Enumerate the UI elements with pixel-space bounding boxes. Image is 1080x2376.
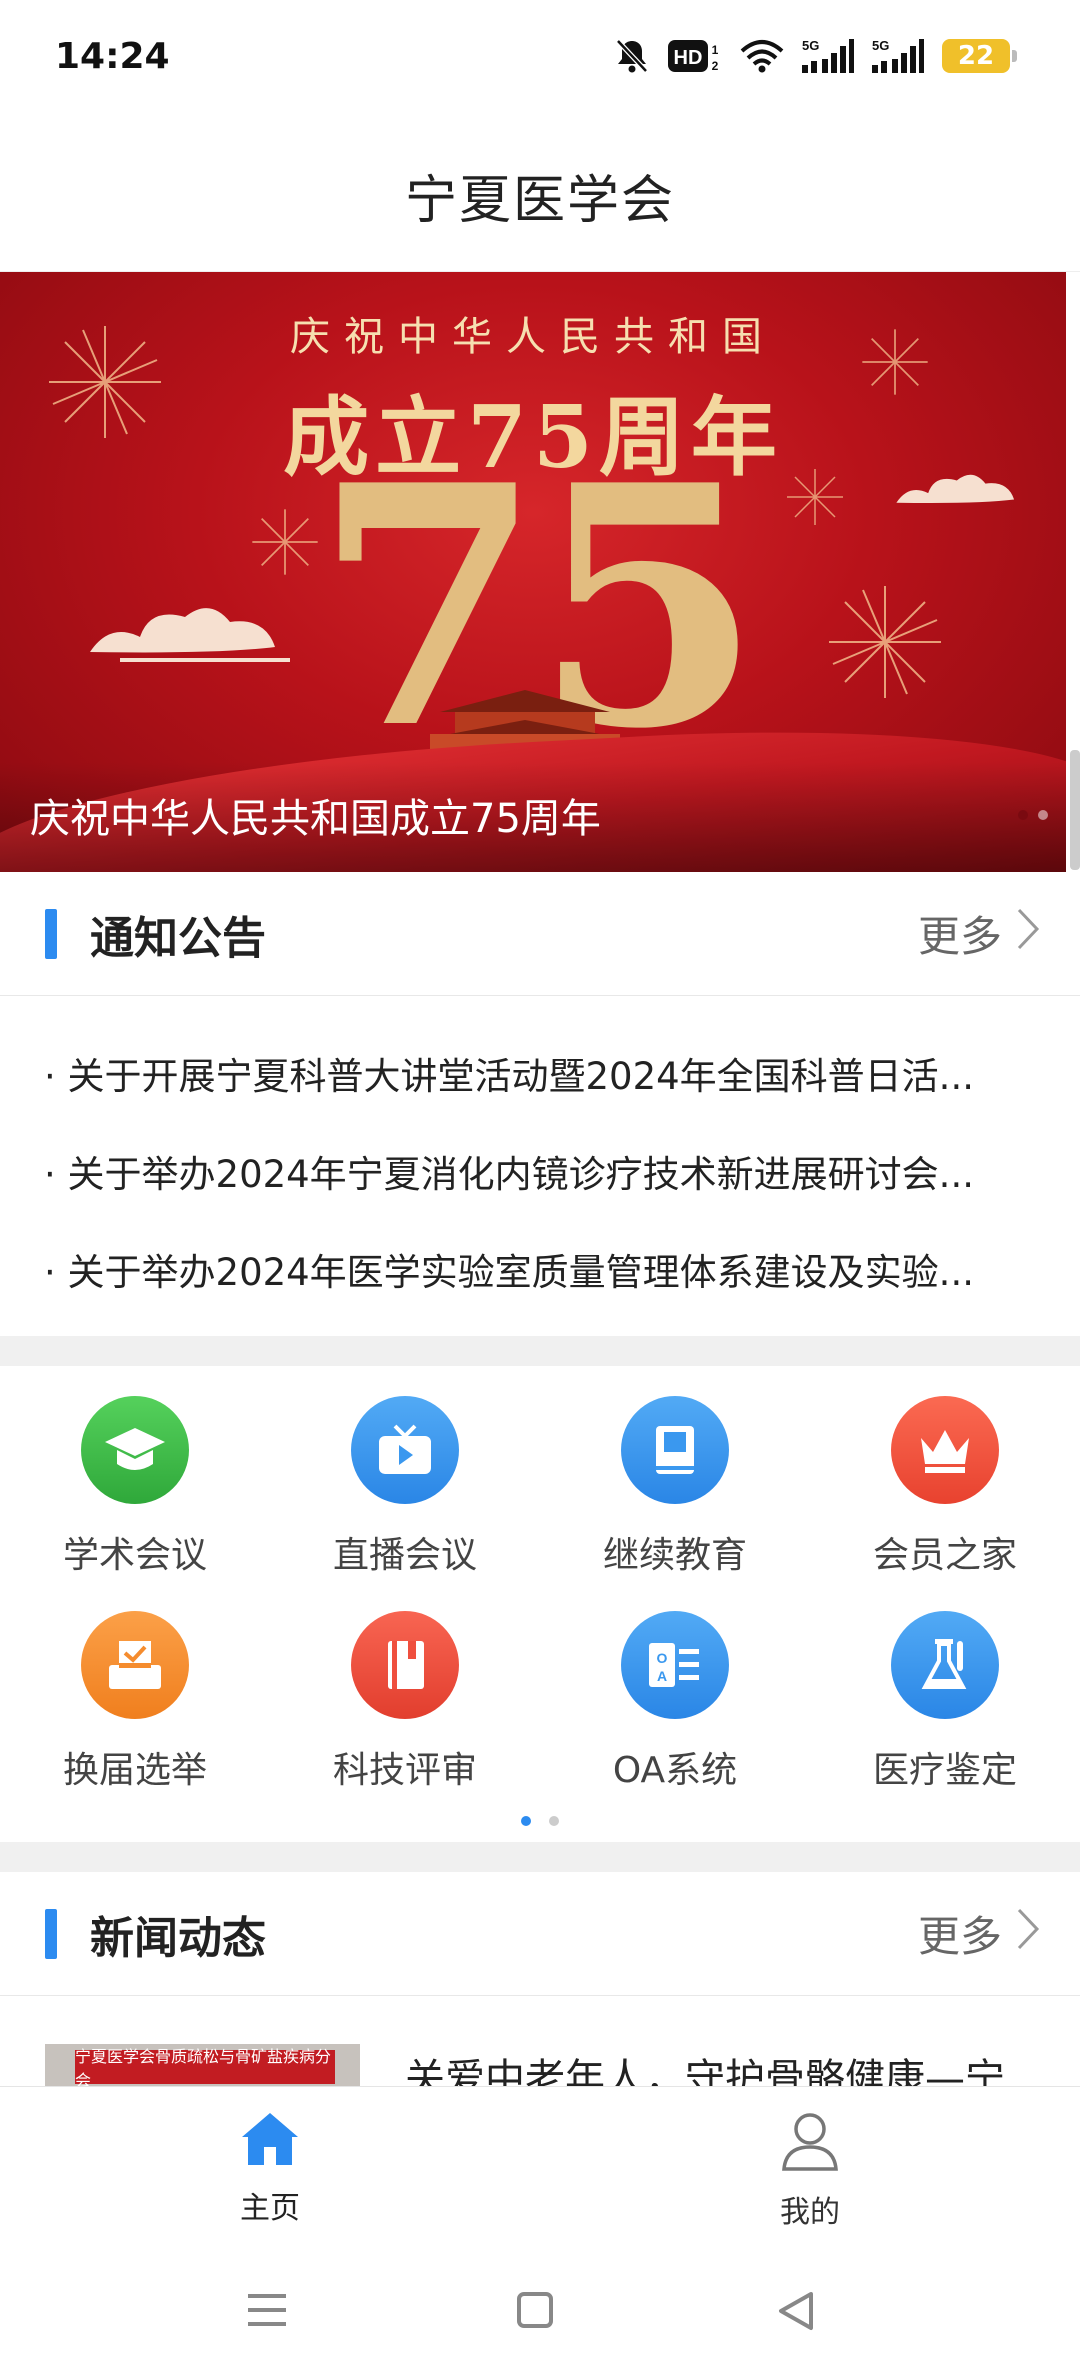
banner-pager-dot[interactable] — [1038, 810, 1048, 820]
grid-pager-dot[interactable] — [549, 1816, 559, 1826]
back-triangle-icon[interactable] — [775, 2290, 817, 2336]
oa-card-icon: OA — [621, 1611, 729, 1719]
feature-grid: 学术会议 直播会议 继续教育 会员之家 换届选举 科技评审 OA OA系统 医疗… — [0, 1366, 1080, 1842]
banner-pager-dot[interactable] — [1018, 810, 1028, 820]
svg-text:A: A — [657, 1668, 667, 1684]
news-title: 新闻动态 — [90, 1912, 266, 1964]
feature-label: OA系统 — [612, 1750, 738, 1791]
hd-icon: HD 1 2 — [668, 38, 722, 74]
feature-grid-pager — [0, 1816, 1080, 1826]
notices-header: 通知公告 更多 — [0, 872, 1080, 996]
graduation-cap-icon — [81, 1396, 189, 1504]
notice-item[interactable]: · 关于开展宁夏科普大讲堂活动暨2024年全国科普日活... — [44, 1046, 1004, 1100]
news-thumbnail-text: 宁夏医学会骨质疏松与骨矿盐疾病分会 — [75, 2047, 335, 2086]
section-accent-bar — [45, 1908, 57, 1959]
tab-label: 我的 — [780, 2195, 840, 2230]
section-divider — [0, 1842, 1080, 1872]
feature-label: 会员之家 — [872, 1535, 1017, 1576]
svg-text:1: 1 — [712, 43, 719, 57]
signal-5g-icon: 5G — [872, 37, 924, 75]
banner-scroll-indicator — [1070, 750, 1080, 870]
flask-icon — [891, 1611, 999, 1719]
feature-continuing-education[interactable]: 继续教育 — [540, 1396, 810, 1578]
user-icon — [782, 2113, 838, 2171]
home-square-icon[interactable] — [515, 2290, 555, 2334]
banner-carousel[interactable]: 庆祝中华人民共和国 成立75周年 75 庆祝中华人民共和国成立75周年 — [0, 272, 1066, 872]
tab-home[interactable]: 主页 — [170, 2109, 370, 2227]
feature-academic-meeting[interactable]: 学术会议 — [0, 1396, 270, 1578]
section-divider — [0, 1336, 1080, 1366]
more-label: 更多 — [917, 912, 1002, 961]
feature-medical-appraisal[interactable]: 医疗鉴定 — [810, 1611, 1080, 1793]
feature-label: 换届选举 — [62, 1750, 207, 1791]
notebook-icon — [351, 1611, 459, 1719]
feature-label: 直播会议 — [332, 1535, 477, 1576]
news-thumbnail: 宁夏医学会骨质疏松与骨矿盐疾病分会 — [45, 2044, 360, 2086]
svg-text:O: O — [657, 1650, 668, 1666]
section-accent-bar — [45, 908, 57, 959]
news-more-link[interactable]: 更多 — [918, 1903, 1040, 1964]
feature-tech-review[interactable]: 科技评审 — [270, 1611, 540, 1793]
notices-more-link[interactable]: 更多 — [918, 903, 1040, 964]
tab-mine[interactable]: 我的 — [710, 2109, 910, 2231]
page-title: 宁夏医学会 — [404, 171, 675, 231]
news-header: 新闻动态 更多 — [0, 1872, 1080, 1996]
news-list-item[interactable]: 宁夏医学会骨质疏松与骨矿盐疾病分会 关爱中老年人，守护骨骼健康—宁 — [0, 1996, 1080, 2086]
book-icon — [621, 1396, 729, 1504]
notices-title: 通知公告 — [90, 912, 266, 964]
tab-label: 主页 — [240, 2191, 300, 2226]
status-icons: HD 1 2 5G 5G 22 — [614, 34, 1017, 78]
home-icon — [242, 2113, 298, 2165]
svg-text:HD: HD — [674, 47, 703, 69]
chevron-right-icon — [1016, 1907, 1040, 1961]
more-label: 更多 — [917, 1912, 1002, 1961]
chevron-right-icon — [1016, 907, 1040, 961]
banner-heading-line1: 庆祝中华人民共和国 — [290, 314, 776, 360]
ballot-box-icon — [81, 1611, 189, 1719]
status-bar: 14:24 HD 1 2 5G 5G 22 — [0, 0, 1080, 120]
banner-caption: 庆祝中华人民共和国成立75周年 — [30, 796, 601, 842]
status-time: 14:24 — [55, 36, 170, 77]
banner-pager — [1018, 810, 1048, 820]
wifi-icon — [740, 39, 784, 73]
feature-oa-system[interactable]: OA OA系统 — [540, 1611, 810, 1793]
feature-label: 继续教育 — [602, 1535, 747, 1576]
battery-icon: 22 — [942, 39, 1017, 73]
menu-icon[interactable] — [246, 2290, 288, 2334]
notice-item[interactable]: · 关于举办2024年医学实验室质量管理体系建设及实验... — [44, 1242, 1004, 1296]
feature-election[interactable]: 换届选举 — [0, 1611, 270, 1793]
crown-icon — [891, 1396, 999, 1504]
tv-icon — [351, 1396, 459, 1504]
feature-label: 医疗鉴定 — [872, 1750, 1017, 1791]
feature-label: 学术会议 — [62, 1535, 207, 1576]
svg-text:5G: 5G — [802, 38, 819, 53]
title-bar: 宁夏医学会 — [0, 120, 1080, 272]
bottom-tab-bar: 主页 我的 — [0, 2086, 1080, 2246]
mute-bell-icon — [614, 37, 650, 75]
svg-text:2: 2 — [712, 59, 719, 73]
feature-member-home[interactable]: 会员之家 — [810, 1396, 1080, 1578]
system-nav-bar — [0, 2246, 1080, 2376]
feature-label: 科技评审 — [332, 1750, 477, 1791]
svg-text:5G: 5G — [872, 38, 889, 53]
signal-5g-icon: 5G — [802, 37, 854, 75]
notice-list: · 关于开展宁夏科普大讲堂活动暨2024年全国科普日活... · 关于举办202… — [0, 996, 1080, 1336]
grid-pager-dot[interactable] — [521, 1816, 531, 1826]
notice-item[interactable]: · 关于举办2024年宁夏消化内镜诊疗技术新进展研讨会... — [44, 1144, 1004, 1198]
news-item-title: 关爱中老年人，守护骨骼健康—宁 — [405, 2056, 1005, 2086]
feature-live-meeting[interactable]: 直播会议 — [270, 1396, 540, 1578]
